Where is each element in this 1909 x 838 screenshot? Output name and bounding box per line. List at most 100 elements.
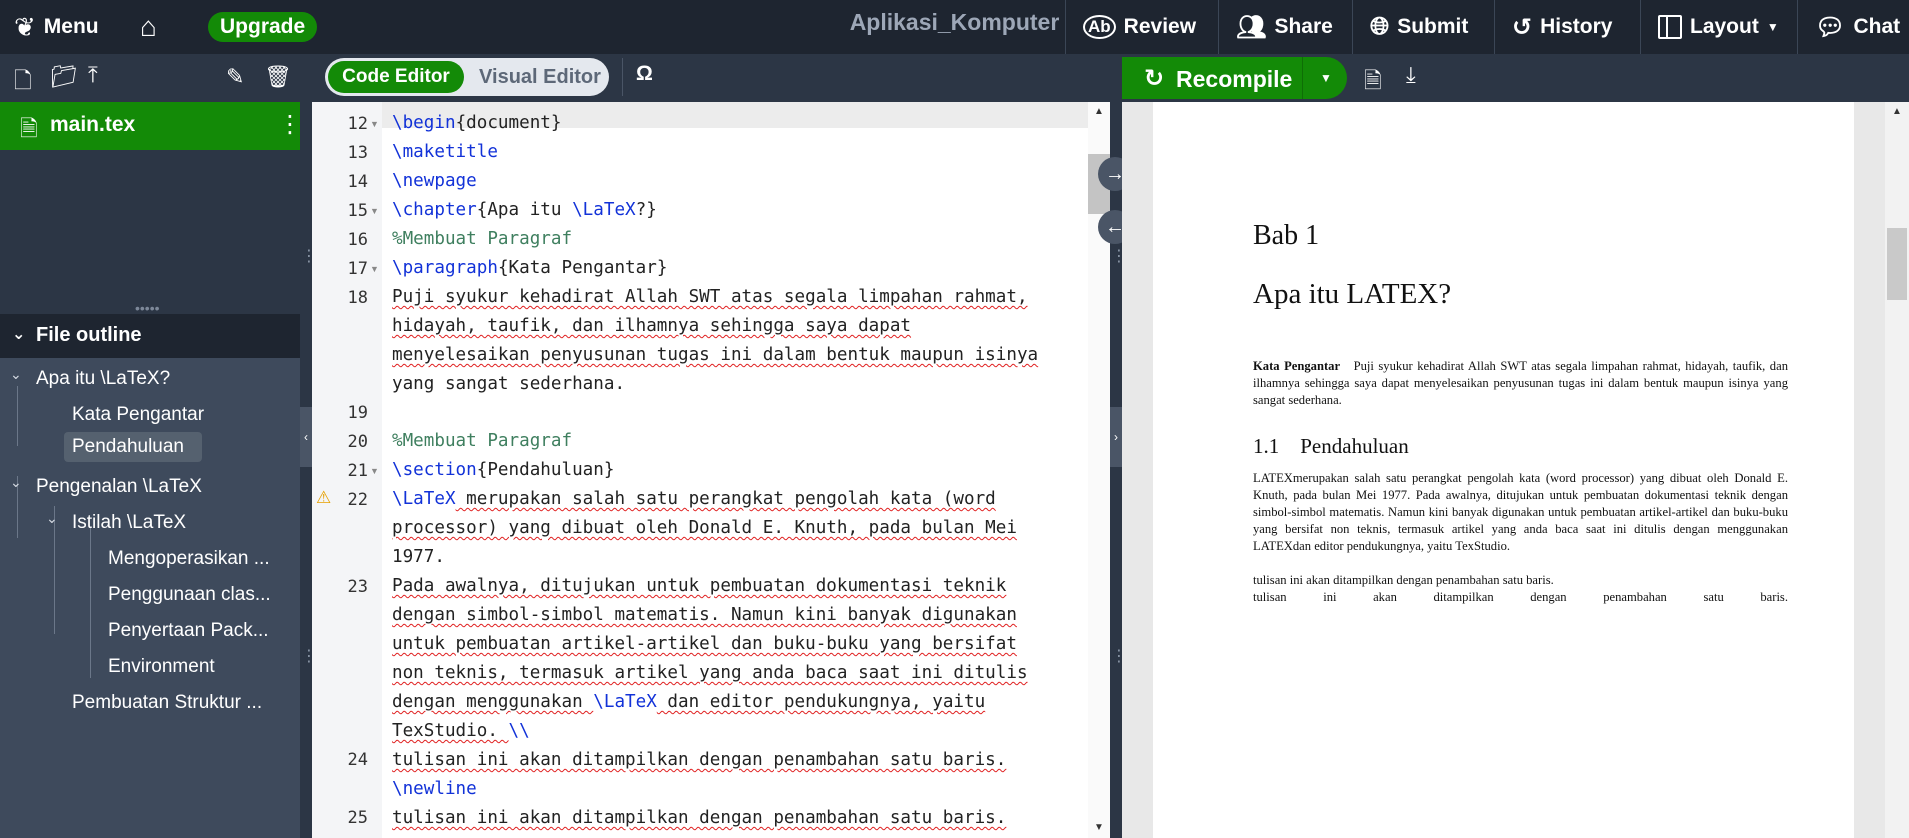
pdf-paragraph: tulisan ini akan ditampilkan dengan pena… [1253, 590, 1788, 604]
menu-button[interactable]: ❦ Menu [14, 0, 99, 54]
history-button[interactable]: ↺ History [1512, 0, 1612, 54]
line-number: 21 [347, 461, 368, 481]
collapse-right-icon[interactable]: › [1110, 407, 1122, 467]
divider [1065, 0, 1066, 54]
pdf-paragraph: LATEXmerupakan salah satu perangkat peng… [1253, 471, 1788, 553]
outline-item[interactable]: Istilah \LaTeX [72, 512, 286, 534]
kebab-menu-icon[interactable]: ⋮ [278, 110, 302, 139]
outline-item[interactable]: Environment [108, 656, 288, 678]
overleaf-logo-icon: ❦ [14, 11, 36, 42]
divider [622, 58, 623, 96]
fold-arrow-icon[interactable]: ▼ [370, 206, 379, 216]
visual-editor-tab[interactable]: Visual Editor [475, 61, 605, 93]
pdf-chapter-label: Bab 1 [1253, 220, 1320, 251]
rename-icon[interactable]: ✎ [226, 64, 244, 90]
chat-button[interactable]: 💬︎ Chat [1815, 0, 1900, 54]
menu-label: Menu [43, 15, 99, 38]
code-line: 1977. [392, 547, 445, 567]
tree-line [90, 528, 91, 678]
new-file-icon[interactable]: 🗋 [14, 64, 32, 102]
log-file-icon[interactable]: 🗎 [1364, 64, 1382, 102]
submit-label: Submit [1397, 15, 1469, 38]
outline-item-selected[interactable]: Pendahuluan [64, 432, 202, 462]
submit-button[interactable]: 🌐︎ Submit [1370, 0, 1468, 54]
collapse-left-icon[interactable]: ‹ [300, 407, 312, 467]
share-button[interactable]: 👥︎ Share [1236, 0, 1333, 54]
code-line: \section{Pendahuluan} [392, 460, 615, 480]
pdf-paragraph: Kata Pengantar Puji syukur kehadirat All… [1253, 359, 1788, 407]
upgrade-button[interactable]: Upgrade [208, 0, 318, 54]
share-label: Share [1274, 15, 1333, 38]
outline-item[interactable]: Apa itu \LaTeX? [36, 368, 286, 390]
scrollbar-thumb[interactable] [1887, 228, 1907, 300]
caret-down-icon[interactable]: ▼ [1320, 71, 1332, 85]
code-comment: %Membuat Paragraf [392, 229, 573, 249]
fold-arrow-icon[interactable]: ▼ [370, 264, 379, 274]
home-icon[interactable]: ⌂ [140, 0, 157, 54]
warning-icon[interactable]: ⚠ [316, 488, 331, 508]
code-line: untuk pembuatan artikel-artikel dan buku… [392, 634, 1017, 654]
code-line: \newpage [392, 171, 477, 191]
code-line: Pada awalnya, ditujukan untuk pembuatan … [392, 576, 1007, 596]
code-line: non teknis, termasuk artikel yang anda b… [392, 663, 1028, 683]
file-name: main.tex [50, 113, 136, 136]
delete-icon[interactable]: 🗑︎ [264, 64, 292, 90]
history-icon: ↺ [1512, 13, 1533, 41]
line-number: 18 [347, 288, 368, 308]
code-line: \newline [392, 779, 477, 799]
chevron-down-icon[interactable]: ⌄ [46, 510, 58, 527]
code-line: \chapter{Apa itu \LaTeX?} [392, 200, 657, 220]
symbol-palette-button[interactable]: Ω [636, 62, 653, 86]
code-line: yang sangat sederhana. [392, 374, 626, 394]
code-line: \paragraph{Kata Pengantar} [392, 258, 668, 278]
code-line: TexStudio. \\ [392, 721, 530, 741]
editor-mode-toggle[interactable]: Code Editor Visual Editor [325, 58, 609, 96]
new-folder-icon[interactable]: 📁︎ [50, 64, 78, 90]
code-editor[interactable]: 12 13 14 15 16 17 18 19 20 21 22 23 24 2… [312, 102, 1094, 838]
code-editor-tab[interactable]: Code Editor [328, 61, 464, 93]
code-line: tulisan ini akan ditampilkan dengan pena… [392, 808, 1007, 828]
chevron-down-icon[interactable]: ⌄ [10, 366, 22, 383]
splitter-left[interactable]: ⋮ ⋮ ‹ [300, 102, 317, 838]
scroll-up-icon[interactable]: ▲ [1094, 106, 1104, 117]
pdf-scrollbar[interactable]: ▲ [1885, 102, 1909, 838]
outline-item[interactable]: Penyertaan Pack... [108, 620, 288, 642]
recompile-label: Recompile [1176, 66, 1293, 92]
upgrade-label: Upgrade [208, 12, 318, 42]
line-number: 24 [347, 750, 368, 770]
review-label: Review [1123, 15, 1197, 38]
scroll-up-icon[interactable]: ▲ [1892, 106, 1902, 117]
pdf-chapter-title: Apa itu LATEX? [1253, 278, 1452, 310]
outline-item[interactable]: Penggunaan clas... [108, 584, 288, 606]
outline-item[interactable]: Pengenalan \LaTeX [36, 476, 286, 498]
chevron-down-icon[interactable]: ⌄ [10, 474, 22, 491]
top-bar: Aplikasi_Komputer ❦ Menu ⌂ Upgrade Ab Re… [0, 0, 1909, 54]
download-icon[interactable]: ⤓ [1406, 62, 1416, 88]
recompile-button[interactable]: ↻ Recompile ▼ [1122, 57, 1347, 99]
scroll-down-icon[interactable]: ▼ [1094, 822, 1104, 833]
divider [1494, 0, 1495, 54]
outline-header[interactable]: ⌄ File outline [0, 314, 300, 358]
line-number: 12 [347, 114, 368, 134]
code-line: processor) yang dibuat oleh Donald E. Kn… [392, 518, 1017, 538]
outline-item[interactable]: Kata Pengantar [72, 404, 286, 426]
file-item-main[interactable]: 🗎 main.tex ⋮ [0, 102, 302, 150]
line-number: 20 [347, 432, 368, 452]
caret-down-icon: ▼ [1766, 20, 1779, 34]
file-icon: 🗎 [20, 116, 38, 141]
chat-label: Chat [1853, 15, 1901, 38]
code-line: dengan simbol-simbol matematis. Namun ki… [392, 605, 1017, 625]
layout-button[interactable]: Layout ▼ [1658, 0, 1779, 54]
upload-icon[interactable]: ⤒ [88, 62, 98, 88]
fold-arrow-icon[interactable]: ▼ [370, 466, 379, 476]
globe-icon: 🌐︎ [1370, 13, 1390, 40]
outline-item[interactable]: Mengoperasikan ... [108, 548, 288, 570]
line-number: 13 [347, 143, 368, 163]
code-line: \LaTeX merupakan salah satu perangkat pe… [392, 489, 996, 509]
divider [1352, 0, 1353, 54]
fold-arrow-icon[interactable]: ▼ [370, 119, 379, 129]
outline-item[interactable]: Pembuatan Struktur ... [72, 692, 286, 714]
line-number: 25 [347, 808, 368, 828]
line-number: 15 [347, 201, 368, 221]
review-button[interactable]: Ab Review [1083, 0, 1196, 54]
